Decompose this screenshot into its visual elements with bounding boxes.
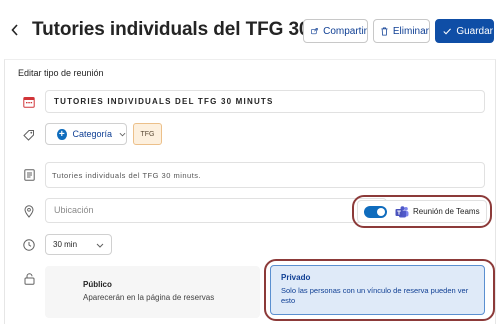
tag-icon (22, 128, 36, 142)
trash-icon (381, 26, 388, 36)
chevron-down-icon (119, 132, 126, 136)
duration-value: 30 min (53, 240, 78, 249)
share-label: Compartir (323, 25, 367, 37)
calendar-icon (22, 95, 36, 109)
category-dropdown[interactable]: + Categoría (45, 123, 127, 145)
category-tag[interactable]: TFG (133, 123, 162, 145)
location-pin-icon (22, 204, 36, 218)
delete-label: Eliminar (392, 25, 429, 37)
delete-button[interactable]: Eliminar (373, 19, 430, 43)
teams-meeting-toggle-row[interactable]: Reunión de Teams (357, 200, 487, 223)
duration-select[interactable]: 30 min (45, 234, 112, 255)
teams-toggle[interactable] (364, 205, 387, 218)
meeting-name-input[interactable]: TUTORIES INDIVIDUALS DEL TFG 30 MINUTS (45, 90, 485, 113)
share-button[interactable]: Compartir (303, 19, 368, 43)
public-option-title: Público (83, 280, 112, 289)
description-input[interactable]: Tutories individuals del TFG 30 minuts. (45, 162, 485, 188)
save-label: Guardar (456, 25, 493, 37)
private-option-card[interactable]: Privado Solo las personas con un vínculo… (270, 265, 485, 315)
page-header: Tutories individuals del TFG 30 m... Com… (0, 0, 500, 60)
back-arrow-icon[interactable] (8, 22, 22, 38)
location-input[interactable]: Ubicación (45, 198, 387, 223)
description-icon (22, 168, 36, 182)
public-option-description: Aparecerán en la página de reservas (83, 293, 215, 302)
private-option-description: Solo las personas con un vínculo de rese… (281, 286, 469, 305)
page-title: Tutories individuals del TFG 30 m... (32, 19, 347, 40)
category-label: Categoría (72, 129, 113, 139)
clock-icon (22, 238, 36, 252)
save-button[interactable]: Guardar (435, 19, 494, 43)
lock-icon (22, 272, 36, 286)
panel-title: Editar tipo de reunión (18, 68, 104, 78)
teams-icon (395, 205, 409, 217)
share-icon (311, 28, 318, 35)
check-icon (443, 27, 451, 35)
chevron-down-icon (96, 243, 104, 248)
public-option-card[interactable] (45, 266, 260, 318)
private-option-title: Privado (281, 273, 311, 282)
teams-label: Reunión de Teams (413, 207, 480, 216)
add-icon: + (57, 128, 67, 140)
